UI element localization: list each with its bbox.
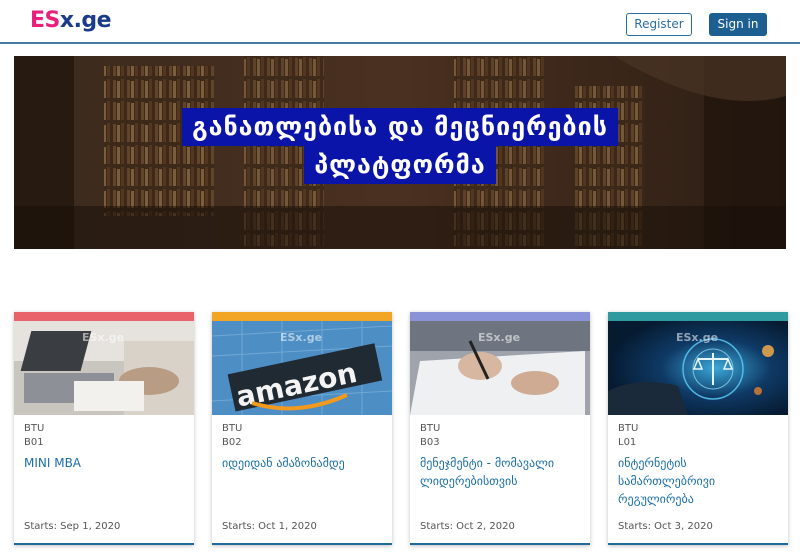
course-image-amazon: amazon ESx.ge [212,321,392,415]
logo-xge: x.ge [59,8,112,33]
card-start-date: Starts: Oct 1, 2020 [222,521,317,532]
card-code: B01 [24,437,44,448]
register-button[interactable]: Register [626,13,692,36]
card-code: B03 [420,437,440,448]
course-title-link[interactable]: ინტერნეტის სამართლებრივი რეგულირება [608,450,788,508]
course-image-legal-tech: ESx.ge [608,321,788,415]
site-logo[interactable]: ESx.ge [30,8,112,33]
course-image-signing: ESx.ge [410,321,590,415]
card-accent-bar [410,312,590,321]
course-image-laptop: ESx.ge [14,321,194,415]
watermark-text: ESx.ge [280,331,323,344]
course-card[interactable]: amazon ESx.ge BTU B02 იდეიდან ამაზონამდე… [212,312,392,545]
card-accent-bar [608,312,788,321]
hero-banner: განათლებისა და მეცნიერების პლატფორმა [14,56,786,249]
watermark-text: ESx.ge [82,331,125,344]
site-header: ESx.ge Register Sign in [0,0,800,44]
card-org: BTU [24,423,45,434]
card-org: BTU [420,423,441,434]
card-code: B02 [222,437,242,448]
card-accent-bar [14,312,194,321]
logo-es: ES [30,8,60,33]
course-title-link[interactable]: მენეჯმენტი - მომავალი ლიდერებისთვის [410,450,590,490]
card-accent-bar [212,312,392,321]
course-card[interactable]: ESx.ge BTU B01 MINI MBA Starts: Sep 1, 2… [14,312,194,545]
card-org: BTU [222,423,243,434]
course-title-link[interactable]: MINI MBA [14,450,194,472]
hero-title-line-1: განათლებისა და მეცნიერების [182,108,618,146]
card-org: BTU [618,423,639,434]
course-card[interactable]: ESx.ge BTU L01 ინტერნეტის სამართლებრივი … [608,312,788,545]
card-start-date: Starts: Oct 2, 2020 [420,521,515,532]
card-start-date: Starts: Sep 1, 2020 [24,521,121,532]
sign-in-button[interactable]: Sign in [709,13,767,36]
course-card[interactable]: ESx.ge BTU B03 მენეჯმენტი - მომავალი ლიდ… [410,312,590,545]
card-code: L01 [618,437,637,448]
hero-title: განათლებისა და მეცნიერების პლატფორმა [14,108,786,184]
hero-title-line-2: პლატფორმა [304,146,496,184]
watermark-text: ESx.ge [676,331,719,344]
card-start-date: Starts: Oct 3, 2020 [618,521,713,532]
watermark-text: ESx.ge [478,331,521,344]
course-title-link[interactable]: იდეიდან ამაზონამდე [212,450,392,472]
